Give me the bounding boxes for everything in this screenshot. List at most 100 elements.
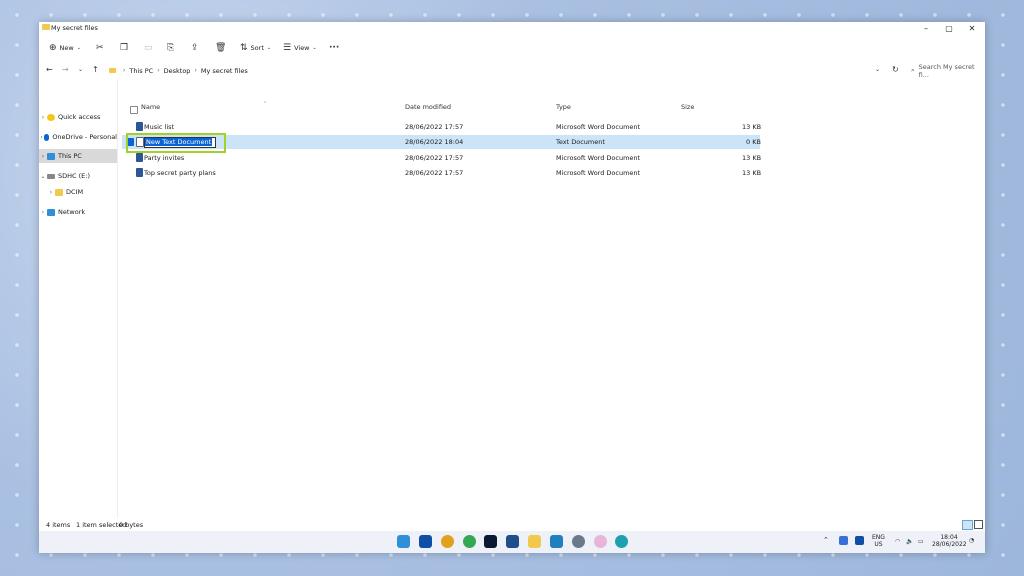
more-options-button[interactable]: ··· [329,41,339,55]
rename-button[interactable]: ⎘ [167,41,174,55]
refresh-icon[interactable]: ↻ [892,65,899,74]
sidebar-item-onedrive[interactable]: › OneDrive - Personal [39,130,117,144]
breadcrumb-current[interactable]: My secret files [201,67,248,75]
clock[interactable]: 18:04 28/06/2022 [932,534,966,548]
search-icon: ⌕ [911,66,915,75]
column-header-type[interactable]: Type [556,103,571,111]
chevron-up-icon[interactable]: ⌃ [823,537,829,544]
highlight-box [126,133,226,153]
file-date: 28/06/2022 17:57 [405,154,463,162]
start-icon[interactable] [397,535,410,548]
language-code: ENG [872,534,885,541]
taskbar: ⌃ ENG US ◠ 🔈 ▭ 18:04 28/06/2022 ◔ [39,531,985,553]
edge-icon[interactable] [615,535,628,548]
keyboard-layout: US [872,541,885,548]
recent-chevron-icon[interactable]: ⌄ [78,66,83,73]
chevron-right-icon: › [39,209,47,216]
selection-size: 0 bytes [119,521,143,529]
up-arrow-icon[interactable]: ↑ [92,65,99,74]
tiles-view-icon[interactable] [974,520,983,529]
breadcrumb-desktop[interactable]: Desktop [164,67,191,75]
sidebar-item-label: OneDrive - Personal [52,133,117,141]
chevron-down-icon: ⌄ [77,45,81,51]
copy-button[interactable]: ❐ [120,41,128,55]
sidebar-item-dcim[interactable]: › DCIM [39,185,125,199]
wifi-icon[interactable]: ◠ [895,538,900,545]
file-explorer-icon[interactable] [528,535,541,548]
file-name: Party invites [144,154,184,162]
breadcrumb-separator-icon: › [157,67,159,74]
sort-icon: ⇅ [240,43,248,53]
breadcrumb-this-pc[interactable]: This PC [129,67,153,75]
sidebar-item-network[interactable]: › Network [39,205,117,219]
sidebar-item-this-pc[interactable]: › This PC [39,149,117,163]
breadcrumb[interactable]: › This PC › Desktop › My secret files [109,64,865,77]
address-dropdown-icon[interactable]: ⌄ [875,66,880,73]
battery-icon[interactable]: ▭ [918,538,924,545]
chrome-canary-icon[interactable] [441,535,454,548]
language-indicator[interactable]: ENG US [872,534,885,548]
minimize-button[interactable]: – [920,24,932,33]
details-view-icon[interactable] [962,520,973,530]
file-date: 28/06/2022 18:04 [405,138,463,146]
table-row[interactable]: Music list 28/06/2022 17:57 Microsoft Wo… [122,120,760,134]
file-date: 28/06/2022 17:57 [405,123,463,131]
search-input[interactable]: ⌕ Search My secret fi... [911,64,983,77]
file-size: 13 KB [742,154,761,162]
sidebar-item-quick-access[interactable]: › Quick access [39,110,117,124]
notepad-icon[interactable] [550,535,563,548]
chevron-down-icon: ⌄ [39,173,47,180]
file-type: Microsoft Word Document [556,154,640,162]
share-button[interactable]: ⇪ [191,41,199,55]
volume-icon[interactable]: 🔈 [906,538,913,545]
sort-label: Sort [251,44,264,52]
file-type: Microsoft Word Document [556,123,640,131]
table-row-selected[interactable]: New Text Document 28/06/2022 18:04 Text … [122,135,760,149]
search-placeholder: Search My secret fi... [919,63,983,79]
outlook-icon[interactable] [419,535,432,548]
table-row[interactable]: Top secret party plans 28/06/2022 17:57 … [122,166,760,180]
notifications-icon[interactable]: ◔ [969,537,974,544]
settings-gear-icon[interactable] [572,535,585,548]
column-header-name[interactable]: Name [141,103,160,111]
sidebar-item-label: DCIM [66,188,83,196]
sync-icon[interactable] [839,536,848,545]
slack-icon[interactable] [594,535,607,548]
chrome-icon[interactable] [463,535,476,548]
plus-circle-icon: ⊕ [49,43,57,53]
sidebar-item-label: Network [58,208,85,216]
table-row[interactable]: Party invites 28/06/2022 17:57 Microsoft… [122,151,760,165]
folder-icon [55,189,63,196]
network-icon [47,209,55,216]
outlook-tray-icon[interactable] [855,536,864,545]
back-arrow-icon[interactable]: ← [46,65,53,74]
chevron-right-icon: › [39,114,47,121]
close-button[interactable]: ✕ [966,24,978,33]
command-bar: ⊕ New ⌄ ✂ ❐ ▭ ⎘ ⇪ 🗑 ⇅ Sort ⌄ ☰ View ⌄ ··… [39,38,985,58]
paste-button[interactable]: ▭ [144,41,153,55]
file-list: ⌃ Name Date modified Type Size Music lis… [119,80,985,518]
sidebar-item-label: This PC [58,152,82,160]
maximize-button[interactable]: ▢ [943,24,955,33]
column-header-date[interactable]: Date modified [405,103,451,111]
folder-icon [109,68,116,73]
photos-icon[interactable] [506,535,519,548]
file-size: 0 KB [746,138,761,146]
cut-button[interactable]: ✂ [96,41,104,55]
word-document-icon [136,122,143,131]
file-size: 13 KB [742,169,761,177]
forward-arrow-icon[interactable]: → [62,65,69,74]
photoshop-icon[interactable] [484,535,497,548]
select-all-checkbox[interactable] [130,106,138,114]
address-bar-row: ← → ⌄ ↑ › This PC › Desktop › My secret … [39,63,985,79]
delete-button[interactable]: 🗑 [215,41,226,55]
new-button[interactable]: ⊕ New ⌄ [49,41,81,55]
column-header-size[interactable]: Size [681,103,694,111]
view-button[interactable]: ☰ View ⌄ [283,41,317,55]
sidebar-item-sdhc[interactable]: ⌄ SDHC (E:) [39,169,117,183]
status-bar: 4 items 1 item selected 0 bytes [39,519,985,531]
sort-button[interactable]: ⇅ Sort ⌄ [240,41,271,55]
breadcrumb-separator-icon: › [123,67,125,74]
new-label: New [60,44,74,52]
scissors-icon: ✂ [96,43,104,53]
